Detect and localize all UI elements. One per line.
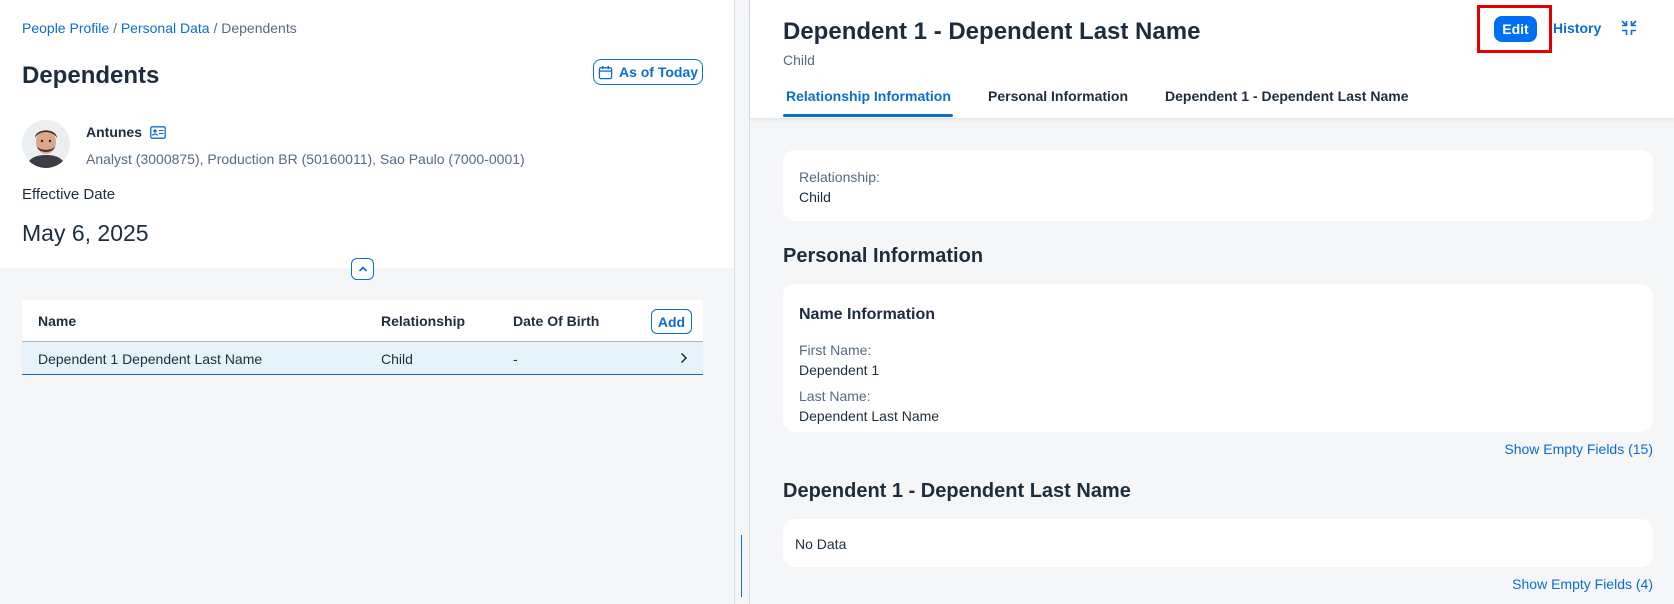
cell-name: Dependent 1 Dependent Last Name bbox=[38, 351, 263, 367]
section-dependent-name: Dependent 1 - Dependent Last Name bbox=[783, 480, 1131, 502]
dependents-table: Name Relationship Date Of Birth Add Depe… bbox=[22, 300, 703, 375]
avatar-photo bbox=[22, 120, 70, 168]
section-personal-information: Personal Information bbox=[783, 245, 984, 267]
last-name-label: Last Name: bbox=[799, 388, 871, 404]
dependent-card: No Data bbox=[783, 519, 1653, 567]
breadcrumb: People Profile / Personal Data / Depende… bbox=[22, 20, 297, 36]
effective-date-label: Effective Date bbox=[22, 186, 116, 203]
edit-button[interactable]: Edit bbox=[1494, 16, 1537, 42]
breadcrumb-current: Dependents bbox=[221, 20, 297, 36]
splitter-grip[interactable] bbox=[741, 535, 742, 597]
tab-personal-information[interactable]: Personal Information bbox=[988, 88, 1128, 104]
first-name-label: First Name: bbox=[799, 342, 872, 358]
detail-header: Dependent 1 - Dependent Last Name Child … bbox=[750, 0, 1674, 118]
active-tab-indicator bbox=[783, 114, 953, 117]
business-card-icon[interactable] bbox=[150, 125, 166, 139]
detail-title: Dependent 1 - Dependent Last Name bbox=[783, 18, 1201, 45]
tab-relationship-information[interactable]: Relationship Information bbox=[786, 88, 951, 104]
employee-name-text: Antunes bbox=[86, 124, 142, 140]
detail-pane: Dependent 1 - Dependent Last Name Child … bbox=[750, 0, 1674, 604]
collapse-header-button[interactable] bbox=[351, 258, 374, 280]
relationship-value: Child bbox=[799, 189, 831, 205]
no-data-text: No Data bbox=[795, 536, 847, 552]
add-dependent-button[interactable]: Add bbox=[651, 309, 692, 334]
as-of-today-button[interactable]: As of Today bbox=[593, 59, 703, 85]
show-empty-fields-dependent[interactable]: Show Empty Fields (4) bbox=[1512, 576, 1653, 592]
detail-subtitle: Child bbox=[783, 52, 815, 68]
breadcrumb-people-profile[interactable]: People Profile bbox=[22, 20, 109, 36]
name-information-card: Name Information First Name: Dependent 1… bbox=[783, 284, 1653, 432]
breadcrumb-separator: / bbox=[213, 20, 218, 36]
employee-name: Antunes bbox=[86, 124, 166, 140]
last-name-value: Dependent Last Name bbox=[799, 408, 940, 424]
employee-detail: Analyst (3000875), Production BR (501600… bbox=[86, 151, 525, 167]
chevron-right-icon[interactable] bbox=[678, 351, 690, 365]
table-header: Name Relationship Date Of Birth Add bbox=[22, 300, 703, 342]
history-button[interactable]: History bbox=[1553, 20, 1601, 36]
column-header-name[interactable]: Name bbox=[38, 313, 76, 329]
table-row[interactable]: Dependent 1 Dependent Last Name Child - bbox=[22, 342, 703, 375]
name-information-title: Name Information bbox=[799, 306, 936, 323]
calendar-icon bbox=[598, 65, 613, 79]
page-title: Dependents bbox=[22, 62, 160, 89]
pane-splitter[interactable] bbox=[734, 0, 750, 604]
master-header: People Profile / Personal Data / Depende… bbox=[0, 0, 734, 268]
breadcrumb-separator: / bbox=[113, 20, 117, 36]
show-empty-fields-personal[interactable]: Show Empty Fields (15) bbox=[1504, 441, 1653, 457]
first-name-value: Dependent 1 bbox=[799, 362, 880, 378]
avatar[interactable] bbox=[22, 120, 70, 168]
tab-dependent-name[interactable]: Dependent 1 - Dependent Last Name bbox=[1165, 88, 1409, 104]
as-of-today-label: As of Today bbox=[618, 64, 699, 80]
effective-date-value: May 6, 2025 bbox=[22, 220, 149, 246]
relationship-card: Relationship: Child bbox=[783, 150, 1653, 221]
master-pane: People Profile / Personal Data / Depende… bbox=[0, 0, 734, 604]
chevron-up-icon bbox=[358, 266, 367, 272]
exit-fullscreen-icon[interactable] bbox=[1620, 19, 1638, 37]
breadcrumb-personal-data[interactable]: Personal Data bbox=[121, 20, 210, 36]
column-header-relationship[interactable]: Relationship bbox=[381, 313, 465, 329]
cell-date-of-birth: - bbox=[513, 351, 518, 367]
cell-relationship: Child bbox=[381, 351, 413, 367]
relationship-label: Relationship: bbox=[799, 169, 880, 185]
column-header-date-of-birth[interactable]: Date Of Birth bbox=[513, 313, 599, 329]
